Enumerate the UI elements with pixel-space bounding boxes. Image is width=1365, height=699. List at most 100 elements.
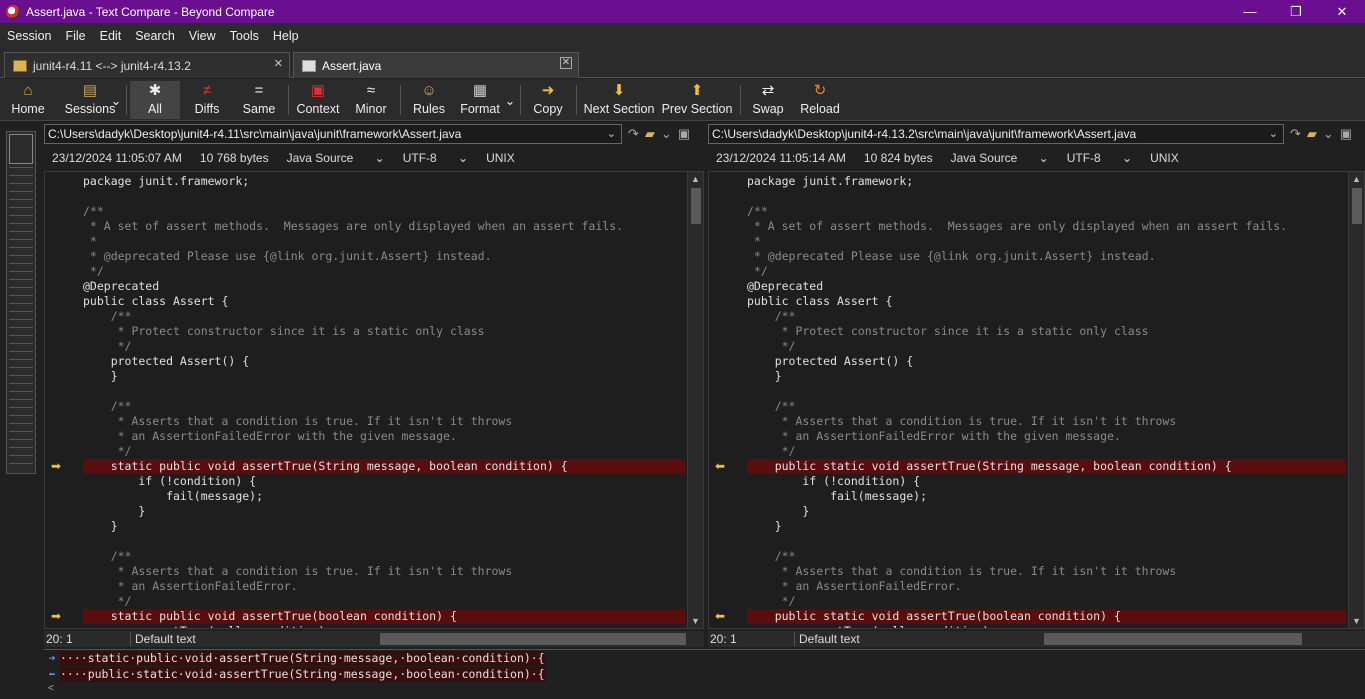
scroll-thumb[interactable]: [1352, 188, 1362, 224]
code-line[interactable]: static public void assertTrue(boolean co…: [83, 609, 685, 624]
diff-arrow-right-icon[interactable]: ➡: [51, 609, 67, 624]
horizontal-scrollbar[interactable]: [1044, 633, 1302, 645]
prev-section-button[interactable]: ⬆ Prev Section: [660, 81, 734, 119]
code-line[interactable]: */: [83, 444, 685, 459]
menu-session[interactable]: Session: [0, 29, 58, 43]
copy-button[interactable]: ➜ Copy: [528, 81, 568, 119]
horizontal-scrollbar[interactable]: [380, 633, 686, 645]
swap-arrow-icon[interactable]: ↷: [1290, 126, 1301, 142]
menu-tools[interactable]: Tools: [223, 29, 266, 43]
format-select[interactable]: Java Source ⌄: [951, 151, 1049, 165]
code-line[interactable]: * Protect constructor since it is a stat…: [83, 324, 685, 339]
code-line[interactable]: *: [83, 234, 685, 249]
code-line[interactable]: }: [747, 369, 1346, 384]
close-button[interactable]: ✕: [1319, 0, 1365, 23]
menu-view[interactable]: View: [182, 29, 223, 43]
swap-button[interactable]: ⇄ Swap: [748, 81, 788, 119]
home-button[interactable]: ⌂ Home: [6, 81, 50, 119]
code-line[interactable]: static public void assertTrue(String mes…: [83, 459, 685, 474]
reload-button[interactable]: ↻ Reload: [796, 81, 844, 119]
code-line[interactable]: */: [747, 594, 1346, 609]
format-button[interactable]: ▦ Format: [456, 81, 504, 119]
menu-help[interactable]: Help: [266, 29, 306, 43]
menu-search[interactable]: Search: [128, 29, 182, 43]
open-folder-icon[interactable]: ▰: [645, 126, 655, 142]
left-code-view[interactable]: package junit.framework; /** * A set of a…: [83, 174, 685, 628]
scroll-up-icon[interactable]: ▲: [691, 174, 700, 184]
right-code-view[interactable]: package junit.framework; /** * A set of a…: [747, 174, 1346, 628]
code-line[interactable]: package junit.framework;: [83, 174, 685, 189]
tab-folder-compare[interactable]: junit4-r4.11 <--> junit4-r4.13.2 ✕: [4, 52, 290, 78]
tab-close-icon[interactable]: ✕: [274, 57, 283, 70]
code-line[interactable]: public static void assertTrue(boolean co…: [747, 609, 1346, 624]
scroll-down-icon[interactable]: ▼: [1352, 616, 1361, 626]
code-line[interactable]: /**: [747, 309, 1346, 324]
left-vertical-scrollbar[interactable]: ▲ ▼: [687, 172, 703, 628]
show-same-button[interactable]: = Same: [236, 81, 282, 119]
thumbnail-viewport[interactable]: [9, 134, 33, 164]
code-line[interactable]: public class Assert {: [747, 294, 1346, 309]
code-line[interactable]: assertTrue(null, condition);: [83, 624, 685, 628]
code-line[interactable]: /**: [747, 549, 1346, 564]
code-line[interactable]: * Asserts that a condition is true. If i…: [747, 564, 1346, 579]
diff-arrow-right-icon[interactable]: ➡: [51, 459, 67, 474]
code-line[interactable]: [83, 534, 685, 549]
maximize-button[interactable]: ❐: [1273, 0, 1319, 23]
code-line[interactable]: /**: [747, 399, 1346, 414]
code-line[interactable]: * an AssertionFailedError with the given…: [83, 429, 685, 444]
chevron-down-icon[interactable]: ⌄: [607, 125, 616, 143]
left-text-pane[interactable]: package junit.framework; /** * A set of a…: [44, 171, 704, 629]
left-detail-line[interactable]: ➜ ····static·public·void·assertTrue(Stri…: [44, 651, 545, 666]
code-line[interactable]: protected Assert() {: [747, 354, 1346, 369]
right-path-input[interactable]: C:\Users\dadyk\Desktop\junit4-r4.13.2\sr…: [708, 124, 1284, 144]
code-line[interactable]: }: [83, 369, 685, 384]
show-diffs-button[interactable]: ≠ Diffs: [184, 81, 230, 119]
code-line[interactable]: [747, 534, 1346, 549]
code-line[interactable]: protected Assert() {: [83, 354, 685, 369]
detail-scroll-left-icon[interactable]: <: [44, 683, 1365, 697]
menu-edit[interactable]: Edit: [93, 29, 129, 43]
scroll-thumb[interactable]: [691, 188, 701, 224]
code-line[interactable]: * Asserts that a condition is true. If i…: [83, 564, 685, 579]
context-button[interactable]: ▣ Context: [292, 81, 344, 119]
code-line[interactable]: public class Assert {: [83, 294, 685, 309]
code-line[interactable]: @Deprecated: [83, 279, 685, 294]
show-all-button[interactable]: ✱ All: [130, 81, 180, 119]
code-line[interactable]: public static void assertTrue(String mes…: [747, 459, 1346, 474]
line-ending[interactable]: UNIX: [486, 151, 515, 165]
code-line[interactable]: */: [747, 444, 1346, 459]
diff-arrow-left-icon[interactable]: ⬅: [715, 459, 731, 474]
code-line[interactable]: /**: [83, 549, 685, 564]
chevron-down-icon[interactable]: ⌄: [661, 126, 672, 142]
code-line[interactable]: [747, 189, 1346, 204]
code-line[interactable]: }: [747, 504, 1346, 519]
format-select[interactable]: Java Source ⌄: [287, 151, 385, 165]
minor-button[interactable]: ≈ Minor: [350, 81, 392, 119]
open-folder-icon[interactable]: ▰: [1307, 126, 1317, 142]
code-line[interactable]: [747, 384, 1346, 399]
code-line[interactable]: *: [747, 234, 1346, 249]
code-line[interactable]: * @deprecated Please use {@link org.juni…: [83, 249, 685, 264]
scroll-up-icon[interactable]: ▲: [1352, 174, 1361, 184]
left-path-input[interactable]: C:\Users\dadyk\Desktop\junit4-r4.11\src\…: [44, 124, 622, 144]
code-line[interactable]: }: [83, 504, 685, 519]
minimize-button[interactable]: —: [1227, 0, 1273, 23]
code-line[interactable]: /**: [83, 309, 685, 324]
right-text-pane[interactable]: package junit.framework; /** * A set of a…: [708, 171, 1365, 629]
encoding-select[interactable]: UTF-8 ⌄: [1067, 151, 1132, 165]
tab-text-compare[interactable]: Assert.java ✕: [293, 52, 579, 78]
code-line[interactable]: if (!condition) {: [747, 474, 1346, 489]
chevron-down-icon[interactable]: ⌄: [1323, 126, 1334, 142]
swap-arrow-icon[interactable]: ↷: [628, 126, 639, 142]
code-line[interactable]: package junit.framework;: [747, 174, 1346, 189]
code-line[interactable]: /**: [83, 204, 685, 219]
code-line[interactable]: * A set of assert methods. Messages are …: [83, 219, 685, 234]
code-line[interactable]: }: [83, 519, 685, 534]
next-section-button[interactable]: ⬇ Next Section: [582, 81, 656, 119]
code-line[interactable]: * an AssertionFailedError with the given…: [747, 429, 1346, 444]
scroll-down-icon[interactable]: ▼: [691, 616, 700, 626]
code-line[interactable]: * @deprecated Please use {@link org.juni…: [747, 249, 1346, 264]
code-line[interactable]: * A set of assert methods. Messages are …: [747, 219, 1346, 234]
code-line[interactable]: */: [83, 594, 685, 609]
right-vertical-scrollbar[interactable]: ▲ ▼: [1348, 172, 1364, 628]
